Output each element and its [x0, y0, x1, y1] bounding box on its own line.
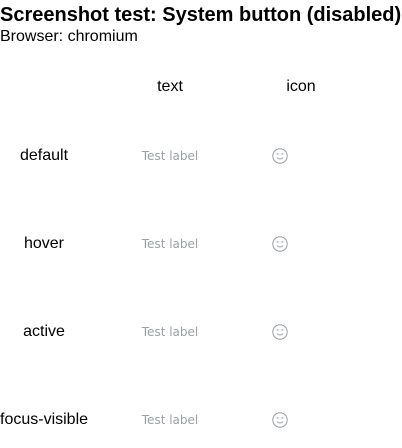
- smile-icon: [272, 324, 288, 340]
- icon-button[interactable]: [268, 231, 292, 257]
- smile-icon: [272, 148, 288, 164]
- icon-button[interactable]: [268, 407, 292, 433]
- text-button[interactable]: Test label: [130, 231, 210, 257]
- state-row-hover: hover Test label: [0, 229, 402, 259]
- state-row-active: active Test label: [0, 317, 402, 347]
- browser-info: Browser: chromium: [0, 28, 138, 45]
- state-row-focus-visible: focus-visible Test label: [0, 405, 402, 435]
- smile-icon: [272, 236, 288, 252]
- icon-button[interactable]: [268, 143, 292, 169]
- state-label: active: [23, 323, 65, 340]
- icon-button[interactable]: [268, 319, 292, 345]
- state-row-default: default Test label: [0, 141, 402, 171]
- state-label: hover: [23, 235, 65, 252]
- text-button[interactable]: Test label: [130, 143, 210, 169]
- text-button[interactable]: Test label: [130, 407, 210, 433]
- column-header-icon: icon: [286, 78, 316, 95]
- state-label: focus-visible: [0, 411, 89, 428]
- column-header-text: text: [157, 78, 183, 95]
- smile-icon: [272, 412, 288, 428]
- state-label: default: [19, 147, 69, 164]
- text-button[interactable]: Test label: [130, 319, 210, 345]
- page-title: Screenshot test: System button (disabled…: [0, 4, 402, 26]
